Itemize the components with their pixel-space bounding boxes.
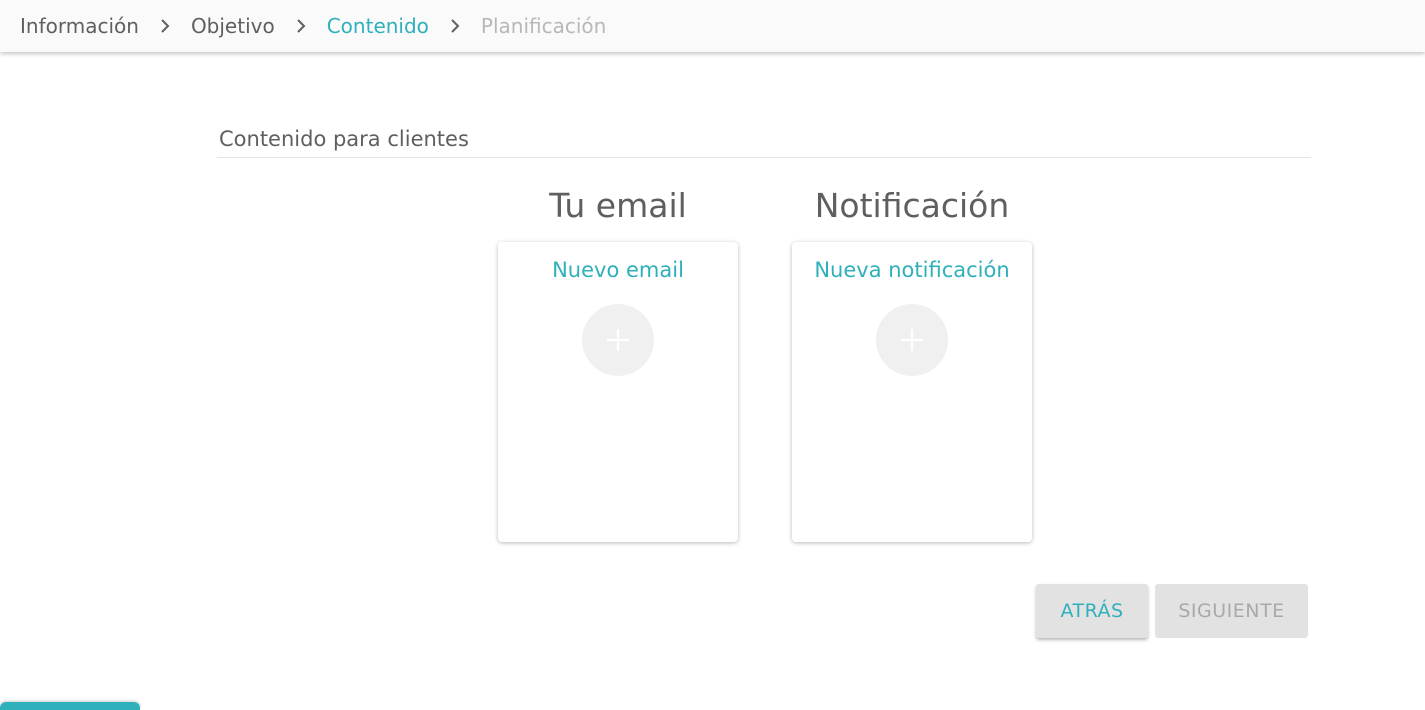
notification-column-heading: Notificación <box>814 186 1010 225</box>
add-email-button[interactable] <box>582 304 654 376</box>
chevron-right-icon <box>275 18 327 34</box>
step-informacion[interactable]: Información <box>20 14 139 38</box>
plus-icon <box>607 329 629 351</box>
back-button[interactable]: ATRÁS <box>1036 584 1148 638</box>
section-divider <box>217 157 1311 158</box>
new-email-label: Nuevo email <box>552 258 684 282</box>
chevron-right-icon <box>139 18 191 34</box>
step-contenido[interactable]: Contenido <box>327 14 429 38</box>
stepper-header: Información Objetivo Contenido Planifica… <box>0 0 1425 52</box>
step-planificacion: Planificación <box>480 14 607 38</box>
new-notification-label: Nueva notificación <box>814 258 1010 282</box>
add-notification-button[interactable] <box>876 304 948 376</box>
bottom-floating-tab[interactable] <box>0 702 140 710</box>
new-notification-card[interactable]: Nueva notificación <box>792 242 1032 542</box>
email-column-heading: Tu email <box>549 186 687 225</box>
plus-icon <box>901 329 923 351</box>
new-email-card[interactable]: Nuevo email <box>498 242 738 542</box>
next-button[interactable]: SIGUIENTE <box>1155 584 1308 638</box>
chevron-right-icon <box>429 18 481 34</box>
section-title: Contenido para clientes <box>219 127 469 151</box>
step-objetivo[interactable]: Objetivo <box>191 14 275 38</box>
